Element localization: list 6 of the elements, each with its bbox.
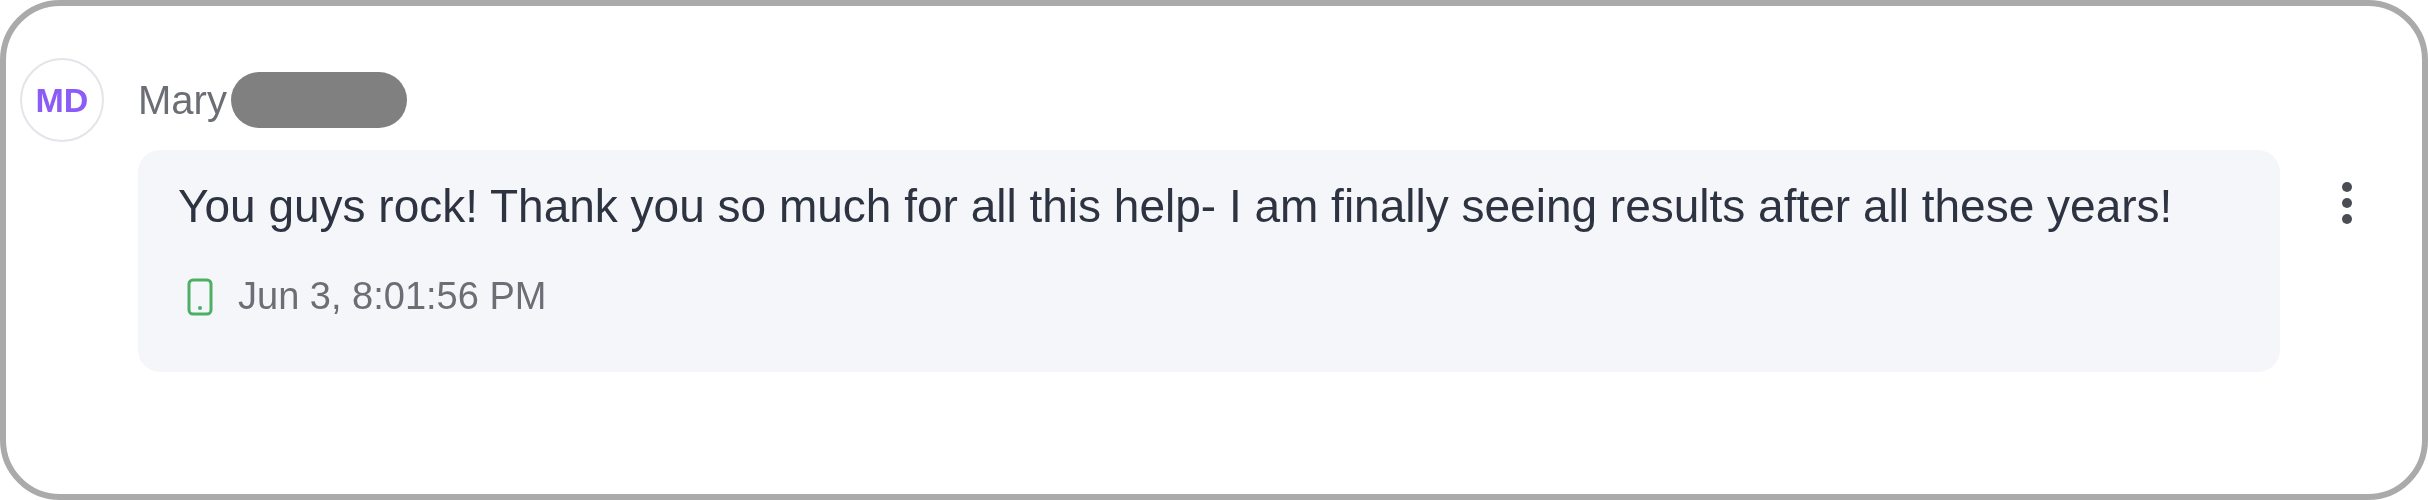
kebab-icon xyxy=(2340,181,2354,225)
avatar: MD xyxy=(20,58,104,142)
message-text: You guys rock! Thank you so much for all this help- I am finally seeing results after all these years! xyxy=(178,179,2174,234)
phone-icon xyxy=(186,276,214,317)
timestamp: Jun 3, 8:01:56 PM xyxy=(238,274,547,319)
author-name: Mary xyxy=(138,77,227,124)
